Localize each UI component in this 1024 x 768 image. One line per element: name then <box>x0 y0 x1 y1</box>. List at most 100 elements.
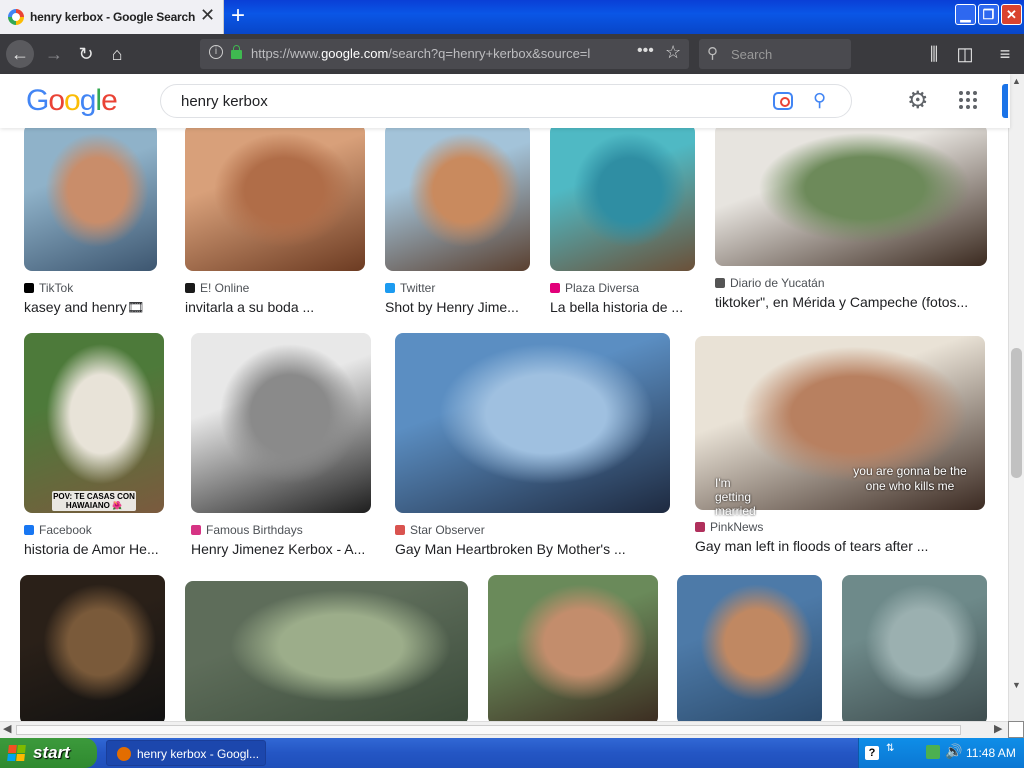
source-name: Diario de Yucatán <box>730 276 825 290</box>
new-tab-button[interactable]: + <box>231 2 245 30</box>
title-bar: henry kerbox - Google Search ✕ + ▁ ❐ ✕ <box>0 0 1024 34</box>
tab-title: henry kerbox - Google Search <box>30 10 196 24</box>
google-lens-icon[interactable] <box>773 92 793 110</box>
result-source[interactable]: Famous Birthdays <box>191 523 303 537</box>
sign-in-button[interactable] <box>1002 84 1008 118</box>
back-arrow-icon[interactable]: ← <box>6 40 34 68</box>
source-name: E! Online <box>200 281 250 295</box>
result-caption[interactable]: Henry Jimenez Kerbox - A... <box>191 541 365 557</box>
forward-arrow-icon[interactable]: → <box>42 42 66 66</box>
browser-tab[interactable]: henry kerbox - Google Search ✕ <box>0 0 224 34</box>
source-name: TikTok <box>39 281 74 295</box>
source-name: Plaza Diversa <box>565 281 640 295</box>
result-source[interactable]: PinkNews <box>695 520 763 534</box>
scroll-right-icon[interactable]: ▶ <box>994 722 1002 735</box>
result-caption[interactable]: Gay Man Heartbroken By Mother's ... <box>395 541 626 557</box>
result-thumbnail[interactable] <box>24 128 157 271</box>
search-submit-icon[interactable]: ⚲ <box>813 90 826 111</box>
tab-close-icon[interactable]: ✕ <box>200 5 215 26</box>
result-source[interactable]: Plaza Diversa <box>550 281 639 295</box>
google-search-box[interactable]: henry kerbox ⚲ <box>160 84 852 118</box>
source-favicon-icon <box>550 283 560 293</box>
result-source[interactable]: TikTok <box>24 281 73 295</box>
source-name: PinkNews <box>710 520 764 534</box>
result-thumbnail[interactable] <box>715 128 987 266</box>
google-header: Google henry kerbox ⚲ ⚙ <box>0 74 1010 128</box>
result-thumbnail[interactable] <box>24 333 164 513</box>
result-caption[interactable]: tiktoker", en Mérida y Campeche (fotos..… <box>715 294 968 310</box>
bookmark-star-icon[interactable]: ☆ <box>665 42 681 63</box>
library-icon[interactable]: ⫼ <box>922 42 946 66</box>
result-caption[interactable]: Shot by Henry Jime... <box>385 299 519 315</box>
scroll-left-icon[interactable]: ◀ <box>3 722 11 735</box>
vertical-scroll-thumb[interactable] <box>1011 348 1022 478</box>
start-button[interactable]: start <box>0 738 97 768</box>
url-text[interactable]: https://www.google.com/search?q=henry+ke… <box>251 46 631 61</box>
result-source[interactable]: Facebook <box>24 523 92 537</box>
source-name: Famous Birthdays <box>206 523 303 537</box>
browser-search-input[interactable]: ⚲ Search <box>699 39 851 69</box>
result-thumbnail[interactable] <box>677 575 822 721</box>
scroll-up-icon[interactable]: ▲ <box>1012 76 1021 86</box>
source-favicon-icon <box>185 283 195 293</box>
result-source[interactable]: E! Online <box>185 281 249 295</box>
start-label: start <box>33 743 70 762</box>
volume-icon[interactable]: 🔊 <box>945 743 962 760</box>
scroll-corner <box>1008 721 1024 738</box>
result-caption[interactable]: Gay man left in floods of tears after ..… <box>695 538 928 554</box>
result-caption[interactable]: invitarla a su boda ... <box>185 299 314 315</box>
result-source[interactable]: Diario de Yucatán <box>715 276 825 290</box>
address-bar[interactable]: i https://www.google.com/search?q=henry+… <box>200 39 689 69</box>
sidebar-icon[interactable]: ◫ <box>953 42 977 66</box>
minimize-button[interactable]: ▁ <box>955 4 976 25</box>
result-source[interactable]: Twitter <box>385 281 435 295</box>
close-window-button[interactable]: ✕ <box>1001 4 1022 25</box>
source-name: Star Observer <box>410 523 485 537</box>
source-name: Facebook <box>39 523 92 537</box>
source-favicon-icon <box>385 283 395 293</box>
result-caption[interactable]: historia de Amor He... <box>24 541 159 557</box>
search-query[interactable]: henry kerbox <box>181 93 268 110</box>
result-caption[interactable]: kasey and henry🎞 <box>24 299 145 316</box>
result-thumbnail[interactable] <box>20 575 165 721</box>
network-icon[interactable] <box>926 745 940 759</box>
result-thumbnail[interactable] <box>191 333 371 513</box>
result-thumbnail[interactable] <box>550 128 695 271</box>
menu-icon[interactable]: ≡ <box>993 42 1017 66</box>
result-caption[interactable]: La bella historia de ... <box>550 299 683 315</box>
result-thumbnail[interactable] <box>395 333 670 513</box>
windows-taskbar: start henry kerbox - Googl... ? ⇅ 🔊 11:4… <box>0 738 1024 768</box>
result-source[interactable]: Star Observer <box>395 523 485 537</box>
image-results-grid: TikTok kasey and henry🎞 E! Online invitarla… <box>0 128 1008 721</box>
source-name: Twitter <box>400 281 436 295</box>
help-icon[interactable]: ? <box>865 746 879 760</box>
source-favicon-icon <box>191 525 201 535</box>
site-info-icon[interactable]: i <box>209 45 223 59</box>
result-thumbnail[interactable] <box>488 575 658 721</box>
padlock-icon[interactable] <box>231 45 242 59</box>
google-apps-icon[interactable] <box>959 91 977 109</box>
settings-gear-icon[interactable]: ⚙ <box>907 86 929 115</box>
maximize-button[interactable]: ❐ <box>978 4 999 25</box>
home-icon[interactable]: ⌂ <box>105 42 129 66</box>
system-tray: ? ⇅ 🔊 11:48 AM <box>858 738 1024 768</box>
horizontal-scroll-thumb[interactable] <box>16 725 961 735</box>
result-thumbnail[interactable] <box>185 128 365 271</box>
horizontal-scrollbar[interactable]: ◀ ▶ <box>0 721 1008 738</box>
result-thumbnail[interactable] <box>185 581 468 721</box>
taskbar-window-item[interactable]: henry kerbox - Googl... <box>106 740 266 766</box>
clock: 11:48 AM <box>966 746 1016 760</box>
result-thumbnail[interactable] <box>385 128 530 271</box>
source-favicon-icon <box>395 525 405 535</box>
navigation-toolbar: ← → ↻ ⌂ i https://www.google.com/search?… <box>0 34 1024 74</box>
tray-expand-icon[interactable]: ⇅ <box>886 743 894 754</box>
scroll-down-icon[interactable]: ▼ <box>1012 680 1021 690</box>
vertical-scrollbar[interactable]: ▲ ▼ <box>1008 74 1024 721</box>
firefox-icon <box>117 747 131 761</box>
taskbar-window-title: henry kerbox - Googl... <box>137 747 260 761</box>
reload-icon[interactable]: ↻ <box>74 42 98 66</box>
source-favicon-icon <box>695 522 705 532</box>
google-logo[interactable]: Google <box>26 84 118 118</box>
result-thumbnail[interactable] <box>842 575 987 721</box>
page-actions-icon[interactable]: ••• <box>637 42 654 60</box>
